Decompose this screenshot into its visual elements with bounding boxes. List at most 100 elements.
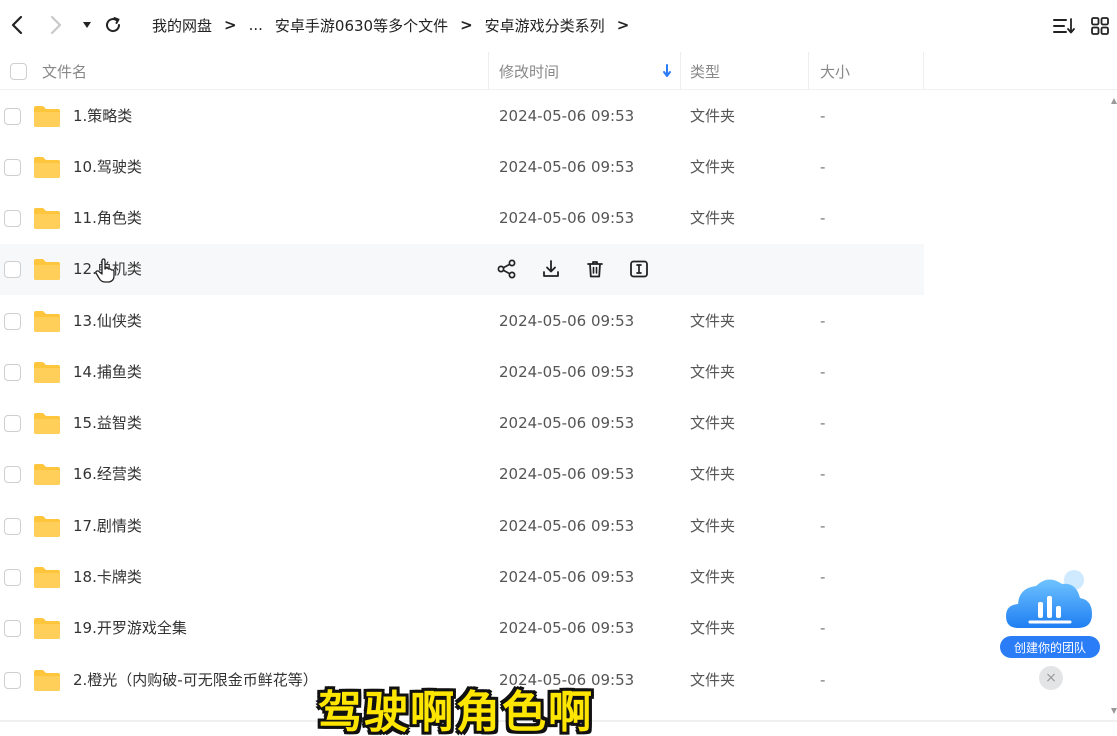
row-checkbox[interactable] (4, 466, 21, 483)
file-name[interactable]: 13.仙侠类 (73, 296, 142, 347)
table-row[interactable]: 17.剧情类 2024-05-06 09:53 文件夹 - (0, 501, 924, 552)
folder-icon (34, 567, 60, 588)
breadcrumb-item-root[interactable]: 我的网盘 (152, 15, 212, 36)
folder-icon (34, 464, 60, 485)
folder-icon (34, 362, 60, 383)
create-team-button[interactable]: 创建你的团队 (1000, 636, 1100, 658)
file-type: 文件夹 (690, 568, 736, 586)
delete-button[interactable] (585, 258, 605, 280)
column-divider (488, 52, 489, 90)
top-toolbar: 我的网盘 > ... 安卓手游0630等多个文件 > 安卓游戏分类系列 > (0, 0, 1117, 50)
file-name[interactable]: 10.驾驶类 (73, 142, 142, 193)
file-name[interactable]: 2.橙光（内购破-可无限金币鲜花等） (73, 655, 318, 706)
folder-icon (34, 259, 60, 280)
folder-icon (34, 413, 60, 434)
breadcrumb-separator-icon: > (460, 16, 473, 34)
folder-icon (34, 157, 60, 178)
row-checkbox[interactable] (4, 620, 21, 637)
folder-icon (34, 670, 60, 691)
file-type: 文件夹 (690, 158, 736, 176)
file-size: - (820, 312, 826, 330)
file-name[interactable]: 19.开罗游戏全集 (73, 603, 187, 654)
table-row[interactable]: 13.仙侠类 2024-05-06 09:53 文件夹 - (0, 296, 924, 347)
table-row[interactable]: 14.捕鱼类 2024-05-06 09:53 文件夹 - (0, 347, 924, 398)
select-all-checkbox[interactable] (10, 52, 27, 90)
table-row-hovered[interactable]: 12.单机类 (0, 244, 924, 295)
file-size: - (820, 107, 826, 125)
row-checkbox[interactable] (4, 261, 21, 278)
folder-icon (34, 516, 60, 537)
file-size: - (820, 363, 826, 381)
column-name-header[interactable]: 文件名 (42, 52, 87, 90)
file-name[interactable]: 11.角色类 (73, 193, 142, 244)
table-row[interactable]: 10.驾驶类 2024-05-06 09:53 文件夹 - (0, 142, 924, 193)
file-type: 文件夹 (690, 465, 736, 483)
table-row[interactable]: 11.角色类 2024-05-06 09:53 文件夹 - (0, 193, 924, 244)
column-modified-header[interactable]: 修改时间 (499, 52, 559, 90)
file-modified: 2024-05-06 09:53 (499, 107, 635, 125)
refresh-button[interactable] (100, 12, 126, 38)
row-checkbox[interactable] (4, 108, 21, 125)
history-dropdown-button[interactable] (74, 12, 100, 38)
download-icon (543, 260, 559, 277)
close-team-widget-button[interactable]: × (1039, 666, 1063, 690)
file-size: - (820, 209, 826, 227)
file-name[interactable]: 15.益智类 (73, 398, 142, 449)
file-type: 文件夹 (690, 312, 736, 330)
file-size: - (820, 619, 826, 637)
row-checkbox[interactable] (4, 313, 21, 330)
download-button[interactable] (541, 258, 561, 280)
column-divider (808, 52, 809, 90)
forward-button[interactable] (43, 12, 69, 38)
grid-view-icon (1091, 17, 1109, 35)
file-name[interactable]: 14.捕鱼类 (73, 347, 142, 398)
column-type-header[interactable]: 类型 (690, 52, 720, 90)
file-size: - (820, 568, 826, 586)
breadcrumb-item-current[interactable]: 安卓游戏分类系列 (485, 15, 605, 36)
row-checkbox[interactable] (4, 210, 21, 227)
file-modified: 2024-05-06 09:53 (499, 209, 635, 227)
file-modified: 2024-05-06 09:53 (499, 158, 635, 176)
file-name[interactable]: 18.卡牌类 (73, 552, 142, 603)
folder-icon (34, 106, 60, 127)
column-divider (680, 52, 681, 90)
share-button[interactable] (497, 258, 517, 280)
file-modified: 2024-05-06 09:53 (499, 363, 635, 381)
breadcrumb-ellipsis[interactable]: ... (249, 16, 263, 34)
sort-button[interactable] (1052, 14, 1076, 38)
table-row[interactable]: 16.经营类 2024-05-06 09:53 文件夹 - (0, 449, 924, 500)
chevron-left-icon (11, 15, 23, 35)
chevron-right-icon (50, 15, 62, 35)
back-button[interactable] (4, 12, 30, 38)
file-size: - (820, 414, 826, 432)
column-size-header[interactable]: 大小 (820, 52, 850, 90)
cloud-chart-icon (1006, 570, 1092, 628)
rename-button[interactable] (629, 258, 649, 280)
file-name[interactable]: 17.剧情类 (73, 501, 142, 552)
breadcrumb-separator-icon: > (224, 16, 237, 34)
file-name[interactable]: 1.策略类 (73, 91, 132, 142)
file-name[interactable]: 16.经营类 (73, 449, 142, 500)
breadcrumb-item-parent[interactable]: 安卓手游0630等多个文件 (275, 15, 448, 36)
row-checkbox[interactable] (4, 672, 21, 689)
file-modified: 2024-05-06 09:53 (499, 414, 635, 432)
row-checkbox[interactable] (4, 159, 21, 176)
file-modified: 2024-05-06 09:53 (499, 517, 635, 535)
row-checkbox[interactable] (4, 415, 21, 432)
trash-icon (587, 261, 603, 278)
file-type: 文件夹 (690, 619, 736, 637)
row-checkbox[interactable] (4, 364, 21, 381)
file-size: - (820, 671, 826, 689)
create-team-widget[interactable]: 创建你的团队 (998, 568, 1102, 662)
row-checkbox[interactable] (4, 518, 21, 535)
row-checkbox[interactable] (4, 569, 21, 586)
table-row[interactable]: 1.策略类 2024-05-06 09:53 文件夹 - (0, 91, 924, 142)
grid-view-button[interactable] (1088, 14, 1112, 38)
file-list-header: 文件名 修改时间 类型 大小 (0, 52, 1117, 90)
scrollbar[interactable] (1111, 96, 1117, 716)
share-icon (497, 259, 516, 279)
table-row[interactable]: 18.卡牌类 2024-05-06 09:53 文件夹 - (0, 552, 924, 603)
table-row[interactable]: 15.益智类 2024-05-06 09:53 文件夹 - (0, 398, 924, 449)
table-row[interactable]: 19.开罗游戏全集 2024-05-06 09:53 文件夹 - (0, 603, 924, 654)
file-type: 文件夹 (690, 414, 736, 432)
